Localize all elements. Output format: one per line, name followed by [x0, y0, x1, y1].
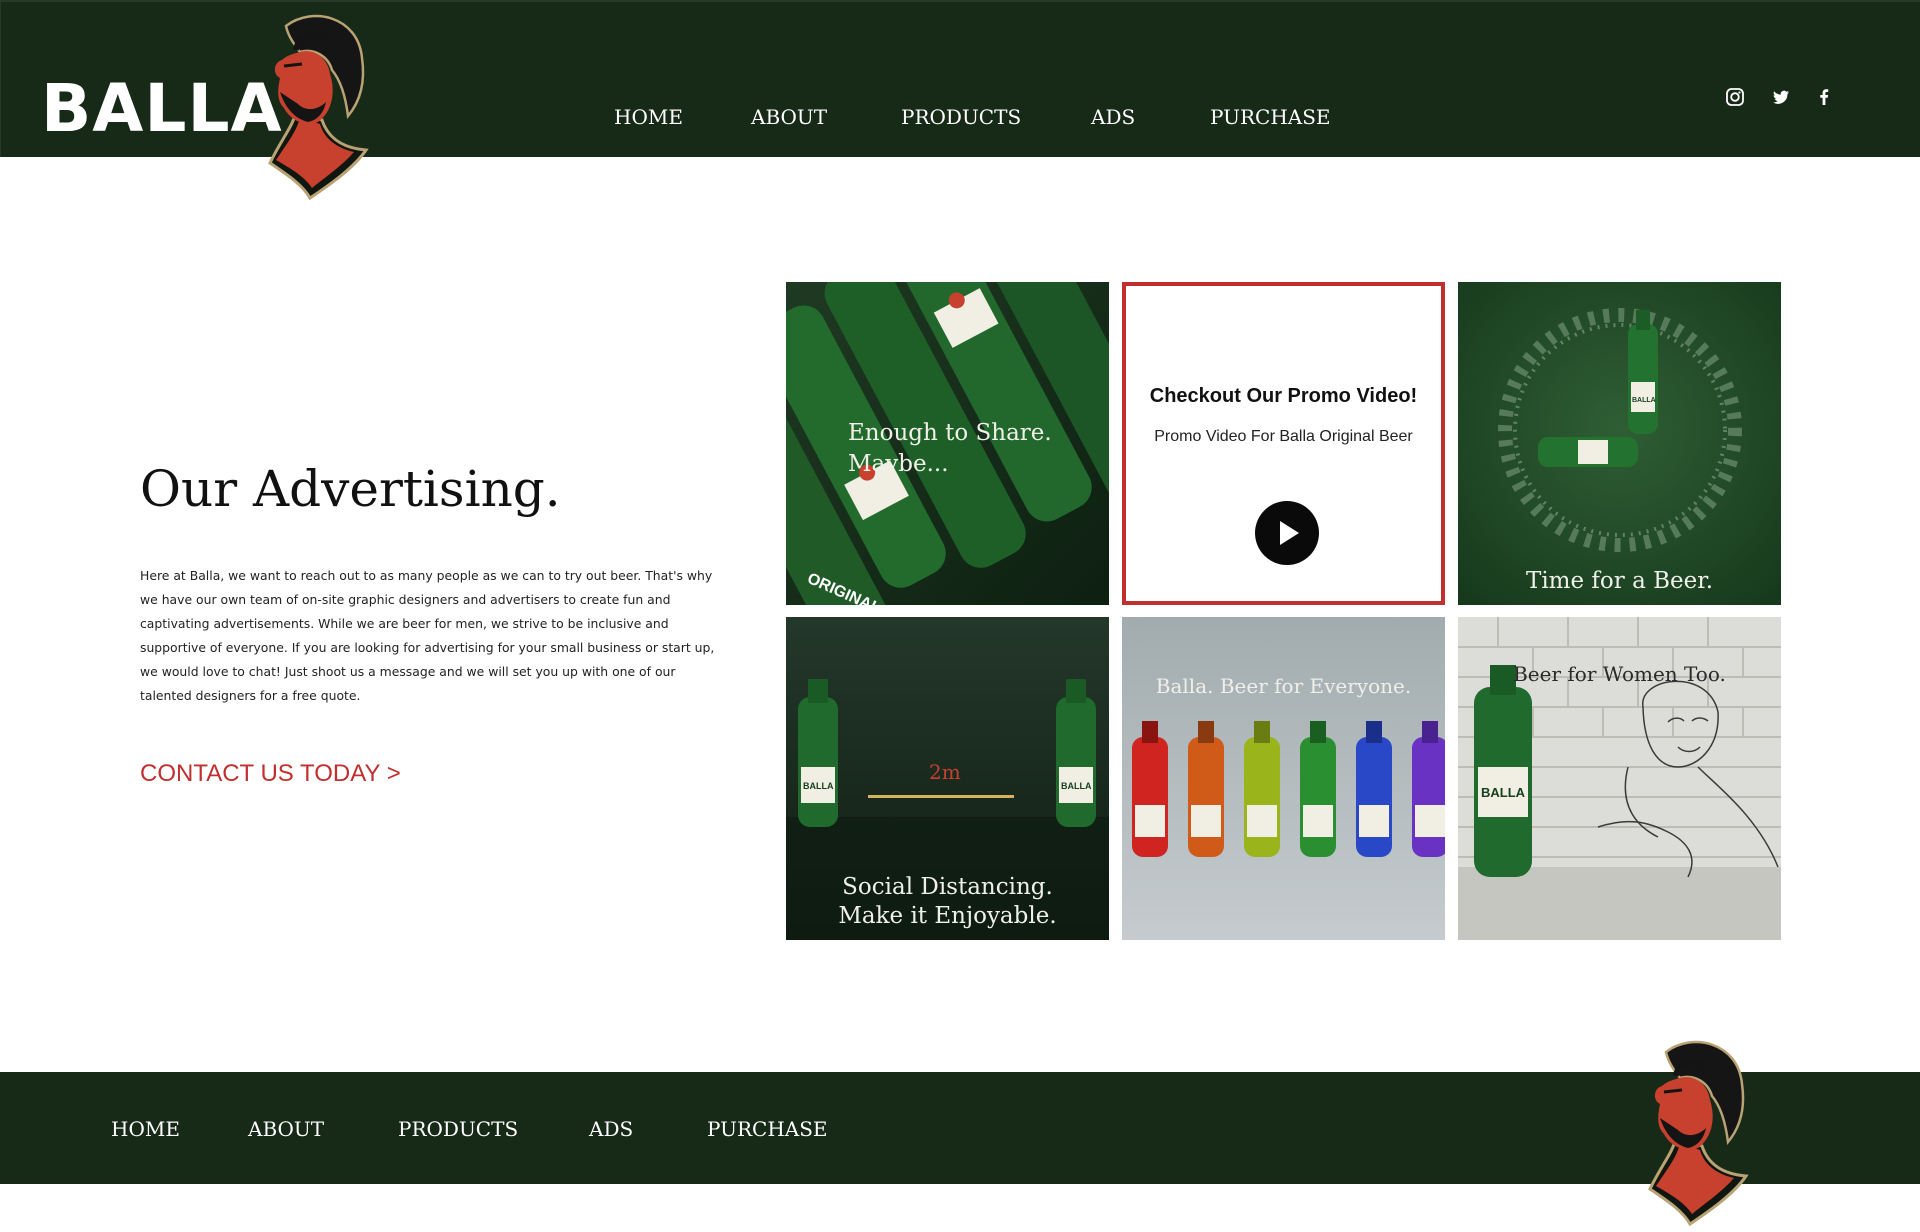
distance-label: 2m [929, 760, 961, 784]
nav-purchase[interactable]: PURCHASE [1210, 105, 1331, 129]
footer-nav-about[interactable]: ABOUT [248, 1117, 324, 1141]
ad-tile-enough-to-share[interactable]: ORIGINAL BALLA Enough to Share. Maybe... [786, 282, 1109, 605]
bottle-wreath-image: BALLA [1458, 282, 1781, 605]
contact-us-link[interactable]: CONTACT US TODAY > [140, 760, 401, 788]
tile-caption: Time for a Beer. [1525, 568, 1714, 594]
nav-about[interactable]: ABOUT [751, 105, 827, 129]
promo-title: Checkout Our Promo Video! [1149, 385, 1418, 407]
ad-tile-social-distancing[interactable]: BALLA BALLA 2m Social Distancing. Make i… [786, 617, 1109, 940]
nav-ads[interactable]: ADS [1091, 105, 1135, 129]
caption-line-2: Maybe... [848, 451, 949, 477]
promo-video-card[interactable]: Checkout Our Promo Video! Promo Video Fo… [1122, 282, 1445, 605]
instagram-icon[interactable] [1724, 86, 1746, 108]
mascot-logo-icon[interactable] [262, 8, 372, 200]
bottle-label-left: BALLA [803, 781, 834, 791]
footer-nav-ads[interactable]: ADS [589, 1117, 633, 1141]
bottle-label: BALLA [1632, 397, 1656, 404]
caption-line-2: Make it Enjoyable. [838, 903, 1057, 929]
facebook-icon[interactable] [1813, 86, 1835, 108]
twitter-icon[interactable] [1770, 86, 1792, 108]
nav-home[interactable]: HOME [614, 105, 683, 129]
footer-nav-products[interactable]: PRODUCTS [398, 1117, 518, 1141]
play-button-icon[interactable] [1255, 501, 1319, 565]
tile-caption: Enough to Share. Maybe... [848, 418, 1052, 480]
rainbow-bottles-image [1122, 617, 1445, 940]
tile-caption: Balla. Beer for Everyone. [1155, 674, 1412, 698]
ad-tile-time-for-a-beer[interactable]: BALLA Time for a Beer. [1458, 282, 1781, 605]
bottle-label-right: BALLA [1061, 781, 1092, 791]
footer-nav-home[interactable]: HOME [111, 1117, 180, 1141]
ad-tile-beer-for-women[interactable]: BALLA Beer for Women Too. [1458, 617, 1781, 940]
tile-caption: Beer for Women Too. [1513, 662, 1726, 686]
footer-nav-purchase[interactable]: PURCHASE [707, 1117, 828, 1141]
brand-logo-text[interactable]: BALLA [41, 74, 283, 144]
ad-tile-beer-for-everyone[interactable]: Balla. Beer for Everyone. [1122, 617, 1445, 940]
caption-line-1: Social Distancing. [842, 874, 1053, 900]
bottle-label: BALLA [1481, 785, 1526, 800]
nav-products[interactable]: PRODUCTS [901, 105, 1021, 129]
mascot-footer-icon [1648, 1040, 1749, 1226]
page-title: Our Advertising. [140, 460, 561, 518]
advertising-description: Here at Balla, we want to reach out to a… [140, 568, 715, 703]
caption-line-1: Enough to Share. [848, 420, 1052, 446]
site-footer: HOME ABOUT PRODUCTS ADS PURCHASE [0, 1072, 1920, 1184]
promo-subtitle: Promo Video For Balla Original Beer [1154, 428, 1413, 445]
tile-caption: Social Distancing. Make it Enjoyable. [786, 873, 1109, 931]
